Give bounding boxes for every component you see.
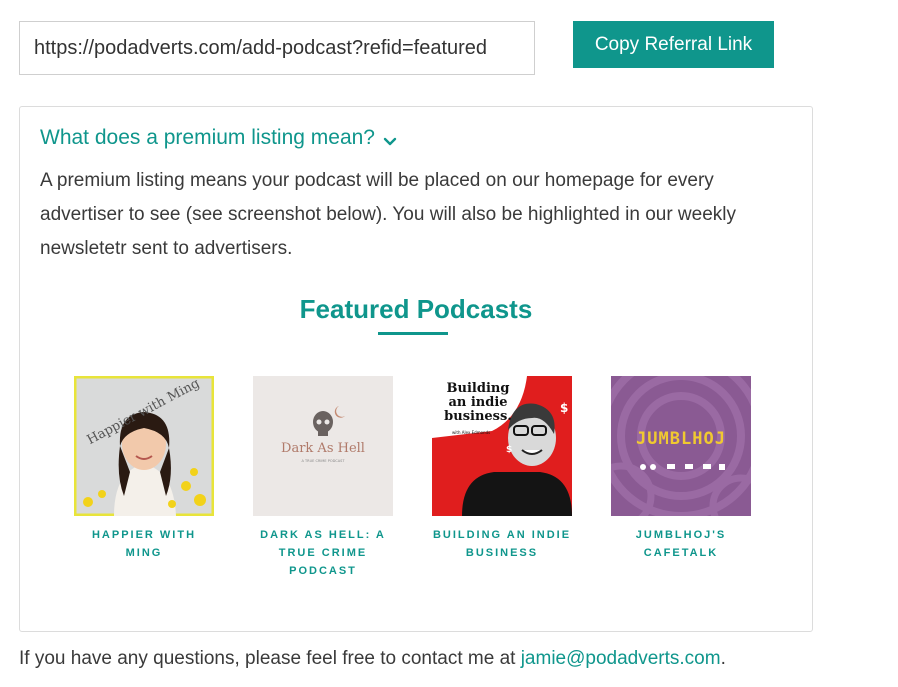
podcast-title: Happier with Ming xyxy=(91,529,197,559)
cover-text: JUMBLHOJ xyxy=(636,429,726,449)
svg-text:$: $ xyxy=(560,401,568,415)
cover-text: Building an indie business. xyxy=(444,382,512,424)
premium-listing-panel: What does a premium listing mean? A prem… xyxy=(19,106,813,632)
contact-text: If you have any questions, please feel f… xyxy=(19,648,726,670)
contact-prefix: If you have any questions, please feel f… xyxy=(19,648,521,669)
podcast-title: Building an Indie Business xyxy=(432,529,572,559)
title-underline xyxy=(378,332,448,335)
chevron-down-icon xyxy=(383,131,397,146)
podcast-cover-image: $ $ Building an indie business. with Ale… xyxy=(432,376,572,516)
podcast-card-building-an-indie-business[interactable]: $ $ Building an indie business. with Ale… xyxy=(431,376,573,562)
podcast-cover-image: Dark As Hell A TRUE CRIME PODCAST xyxy=(253,376,393,516)
contact-suffix: . xyxy=(720,648,726,669)
podcast-card-happier-with-ming[interactable]: Happier with Ming Happier with Ming xyxy=(73,376,215,562)
referral-link-input[interactable] xyxy=(19,21,535,75)
cover-text: Dark As Hell xyxy=(281,441,365,456)
podcast-cover-image: Happier with Ming xyxy=(74,376,214,516)
faq-question: What does a premium listing mean? xyxy=(40,126,375,149)
contact-email-link[interactable]: jamie@podadverts.com xyxy=(521,648,721,669)
podcast-card-dark-as-hell[interactable]: Dark As Hell A TRUE CRIME PODCAST Dark a… xyxy=(252,376,394,580)
svg-text:$: $ xyxy=(506,445,512,455)
cover-subtext: with Alex Edmonds xyxy=(452,430,490,435)
podcast-cover-image: JUMBLHOJ xyxy=(611,376,751,516)
podcast-title: Jumblhoj's Cafetalk xyxy=(635,529,727,559)
faq-question-toggle[interactable]: What does a premium listing mean? xyxy=(40,126,397,150)
copy-referral-link-button[interactable]: Copy Referral Link xyxy=(573,21,774,68)
featured-podcasts-title: Featured Podcasts xyxy=(299,294,533,324)
faq-answer: A premium listing means your podcast wil… xyxy=(40,170,737,259)
podcast-card-jumblhojs-cafetalk[interactable]: JUMBLHOJ Jumblhoj's Cafetalk xyxy=(610,376,752,562)
cover-subtext: A TRUE CRIME PODCAST xyxy=(302,459,346,463)
podcast-title: Dark as Hell: A True Crime Podcast xyxy=(260,529,386,577)
